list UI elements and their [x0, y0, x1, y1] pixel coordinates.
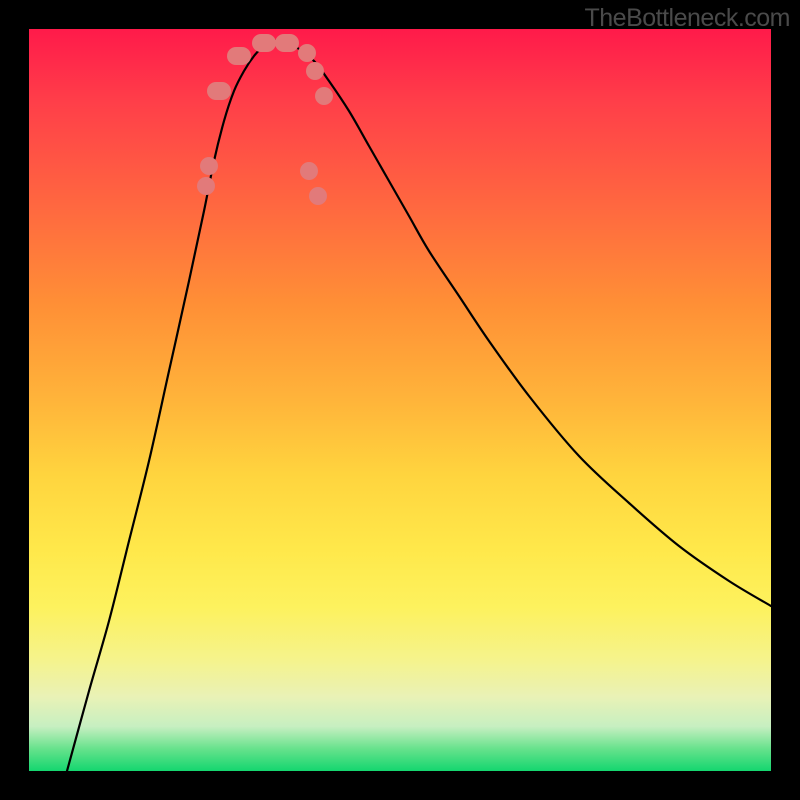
data-point-marker [252, 34, 276, 52]
data-markers [29, 29, 771, 771]
data-point-marker [227, 47, 251, 65]
data-point-marker [306, 62, 324, 80]
plot-area [29, 29, 771, 771]
data-point-marker [197, 177, 215, 195]
chart-frame: TheBottleneck.com [0, 0, 800, 800]
data-point-marker [309, 187, 327, 205]
data-point-marker [275, 34, 299, 52]
bottleneck-curve [29, 29, 771, 771]
data-point-marker [298, 44, 316, 62]
data-point-marker [207, 82, 231, 100]
data-point-marker [315, 87, 333, 105]
watermark-text: TheBottleneck.com [585, 4, 791, 33]
data-point-marker [200, 157, 218, 175]
data-point-marker [300, 162, 318, 180]
